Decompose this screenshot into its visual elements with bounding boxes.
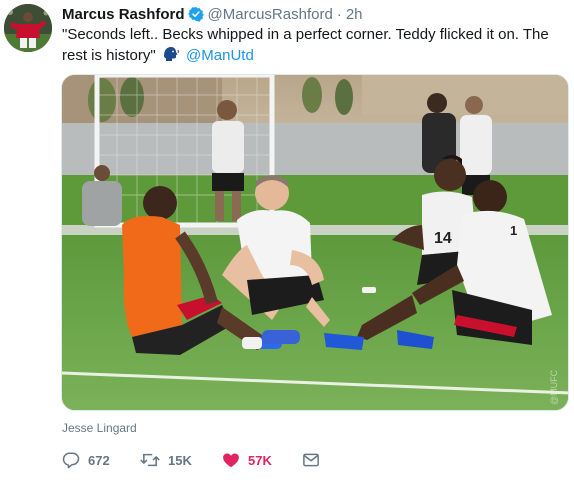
tweet-text: "Seconds left.. Becks whipped in a perfe… [62, 25, 562, 69]
photo-credit[interactable]: Jesse Lingard [62, 421, 137, 435]
reply-button[interactable]: 672 [62, 450, 110, 470]
header-separator: · [336, 6, 342, 23]
user-handle[interactable]: @MarcusRashford [208, 6, 333, 23]
speaking-head-icon [162, 45, 180, 69]
svg-text:14: 14 [434, 230, 452, 247]
svg-text:@MUFC: @MUFC [549, 369, 559, 405]
tweet-actions: 672 15K 57K [62, 450, 562, 470]
retweet-button[interactable]: 15K [140, 450, 192, 470]
mention-link[interactable]: @ManUtd [186, 47, 254, 64]
tweet: Marcus Rashford @MarcusRashford · 2h "Secon… [0, 0, 574, 480]
avatar[interactable] [4, 4, 52, 52]
retweet-count: 15K [168, 452, 192, 468]
tweet-body: "Seconds left.. Becks whipped in a perfe… [62, 26, 549, 64]
reply-count: 672 [88, 452, 110, 468]
heart-icon [222, 451, 240, 469]
tweet-timestamp[interactable]: 2h [346, 6, 363, 23]
envelope-icon [302, 451, 320, 469]
svg-text:1: 1 [510, 223, 517, 238]
direct-message-button[interactable] [302, 450, 320, 470]
reply-icon [62, 451, 80, 469]
retweet-icon [140, 451, 160, 469]
like-count: 57K [248, 452, 272, 468]
display-name[interactable]: Marcus Rashford [62, 6, 185, 23]
tweet-photo[interactable]: 14 1 @MUFC [61, 74, 569, 411]
like-button[interactable]: 57K [222, 450, 272, 470]
